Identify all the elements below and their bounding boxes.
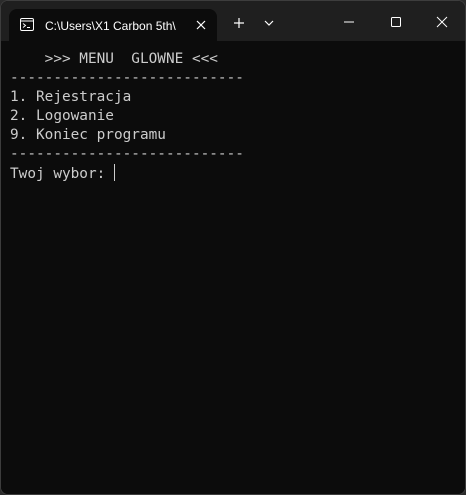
text-cursor <box>113 164 115 181</box>
maximize-icon <box>391 17 401 27</box>
tab-dropdown-button[interactable] <box>259 13 279 33</box>
separator-line: --------------------------- <box>10 146 244 162</box>
tab-title: C:\Users\X1 Carbon 5th\ <box>45 19 176 33</box>
close-window-button[interactable] <box>419 1 465 41</box>
terminal-tab[interactable]: C:\Users\X1 Carbon 5th\ <box>9 9 217 41</box>
maximize-button[interactable] <box>373 1 419 41</box>
chevron-down-icon <box>264 20 274 26</box>
terminal-icon <box>20 18 34 31</box>
new-tab-button[interactable] <box>229 13 249 33</box>
menu-item-logowanie: 2. Logowanie <box>10 108 114 124</box>
close-tab-button[interactable] <box>194 18 208 32</box>
menu-item-koniec: 9. Koniec programu <box>10 127 166 143</box>
title-bar[interactable]: C:\Users\X1 Carbon 5th\ <box>1 1 465 41</box>
separator-line: --------------------------- <box>10 70 244 86</box>
console-area[interactable]: >>> MENU GLOWNE <<< --------------------… <box>1 41 465 494</box>
input-prompt: Twoj wybor: <box>10 166 114 182</box>
minimize-button[interactable] <box>326 1 372 41</box>
close-icon <box>196 20 206 30</box>
minimize-icon <box>344 21 354 23</box>
menu-header: >>> MENU GLOWNE <<< <box>10 51 218 67</box>
terminal-window: C:\Users\X1 Carbon 5th\ >>> MENU GLOWNE … <box>0 0 466 495</box>
console-output: >>> MENU GLOWNE <<< --------------------… <box>10 50 244 184</box>
close-icon <box>436 16 448 28</box>
menu-item-rejestracja: 1. Rejestracja <box>10 89 132 105</box>
plus-icon <box>234 18 244 28</box>
